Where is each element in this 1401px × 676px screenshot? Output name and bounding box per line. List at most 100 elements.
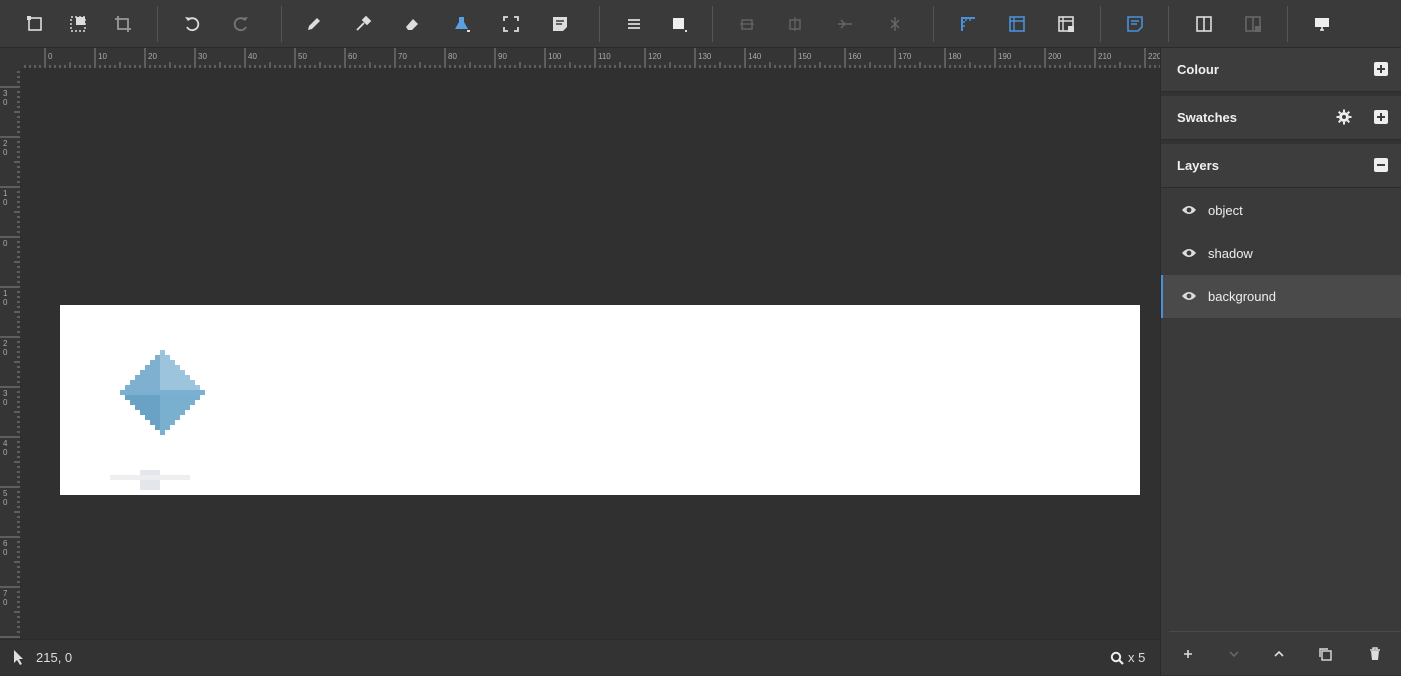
- pencil-button[interactable]: [298, 8, 330, 40]
- eye-icon[interactable]: [1181, 290, 1197, 302]
- rotate-icon: [838, 19, 852, 29]
- select-area-button[interactable]: [62, 8, 94, 40]
- shadow-pixel: [140, 485, 160, 490]
- ruler-tick-label: 160: [848, 52, 862, 61]
- chevron-down-icon: [1229, 651, 1239, 658]
- cursor-icon: [14, 650, 23, 665]
- ruler-tick-label: 0: [48, 52, 53, 61]
- object-pixel: [170, 375, 175, 380]
- object-pixel: [160, 375, 165, 380]
- object-pixel: [175, 390, 180, 395]
- colour-header[interactable]: Colour: [1161, 48, 1401, 92]
- canvas-viewport[interactable]: [20, 68, 1160, 639]
- gear-icon[interactable]: [1336, 109, 1352, 125]
- grid-button[interactable]: [1001, 8, 1033, 40]
- move-layer-up-button[interactable]: [1267, 642, 1291, 666]
- split-view-icon: [1196, 16, 1212, 32]
- eye-icon[interactable]: [1181, 204, 1197, 216]
- eraser-button[interactable]: [396, 8, 428, 40]
- object-pixel: [175, 395, 180, 400]
- ruler-tick-label: 220: [1148, 52, 1160, 61]
- object-pixel: [145, 410, 150, 415]
- object-pixel: [175, 385, 180, 390]
- object-pixel: [145, 395, 150, 400]
- fill-bucket-button[interactable]: [446, 8, 478, 40]
- split-lock-button[interactable]: [1237, 8, 1269, 40]
- monitor-button[interactable]: [1306, 8, 1338, 40]
- ruler-tick-label: 0: [3, 298, 8, 307]
- object-pixel: [170, 400, 175, 405]
- layer-item-background[interactable]: background: [1161, 275, 1401, 318]
- eyedropper-button[interactable]: [347, 8, 379, 40]
- object-pixel: [185, 375, 190, 380]
- move-layer-down-button[interactable]: [1222, 642, 1246, 666]
- object-pixel: [170, 360, 175, 365]
- duplicate-layer-button[interactable]: [1313, 642, 1337, 666]
- plus-icon: [1184, 650, 1192, 658]
- rotate-button[interactable]: [829, 8, 861, 40]
- ruler-tick-label: 50: [298, 52, 307, 61]
- layer-item-object[interactable]: object: [1161, 189, 1401, 232]
- collapse-icon[interactable]: [1373, 157, 1389, 173]
- shadow-pixel: [140, 480, 160, 485]
- brush-size-button[interactable]: [663, 8, 695, 40]
- object-pixel: [170, 405, 175, 410]
- add-layer-button[interactable]: [1176, 642, 1200, 666]
- lock-grid-button[interactable]: [1050, 8, 1082, 40]
- object-pixel: [160, 415, 165, 420]
- shadow-pixel: [110, 475, 190, 480]
- notes-button[interactable]: [544, 8, 576, 40]
- object-pixel: [180, 380, 185, 385]
- add-swatch-icon[interactable]: [1373, 109, 1389, 125]
- ruler-tick-label: 0: [3, 448, 8, 457]
- split-view-button[interactable]: [1188, 8, 1220, 40]
- object-pixel: [180, 375, 185, 380]
- ruler-tick-label: 200: [1048, 52, 1062, 61]
- annotation-button[interactable]: [1119, 8, 1151, 40]
- redo-button[interactable]: [225, 8, 257, 40]
- trash-icon: [1370, 647, 1380, 660]
- resize-canvas-button[interactable]: [19, 8, 51, 40]
- object-pixel: [180, 410, 185, 415]
- add-colour-icon[interactable]: [1373, 61, 1389, 77]
- zoom-icon[interactable]: [1110, 651, 1124, 665]
- object-pixel: [175, 405, 180, 410]
- split-lock-icon: [1245, 16, 1261, 32]
- ruler-tick-label: 180: [948, 52, 962, 61]
- delete-layer-button[interactable]: [1363, 642, 1387, 666]
- undo-button[interactable]: [176, 8, 208, 40]
- object-pixel: [180, 405, 185, 410]
- mirror-icon: [890, 17, 900, 31]
- eye-icon[interactable]: [1181, 247, 1197, 259]
- pencil-icon: [308, 18, 320, 30]
- swatches-header[interactable]: Swatches: [1161, 96, 1401, 140]
- object-pixel: [145, 405, 150, 410]
- ruler-tick-label: 2: [3, 339, 8, 348]
- menu-button[interactable]: [618, 8, 650, 40]
- object-pixel: [160, 430, 165, 435]
- object-pixel: [150, 390, 155, 395]
- crop-button[interactable]: [107, 8, 139, 40]
- ruler-tick-label: 0: [3, 98, 8, 107]
- object-pixel: [130, 395, 135, 400]
- layers-header[interactable]: Layers: [1161, 144, 1401, 188]
- flip-vertical-icon: [789, 17, 801, 31]
- ruler-tick-label: 210: [1098, 52, 1112, 61]
- object-pixel: [175, 410, 180, 415]
- flip-horizontal-button[interactable]: [731, 8, 763, 40]
- object-pixel: [165, 375, 170, 380]
- object-pixel: [160, 380, 165, 385]
- object-pixel: [125, 390, 130, 395]
- ruler-tick-label: 0: [3, 198, 8, 207]
- mirror-button[interactable]: [879, 8, 911, 40]
- ruler-guide-button[interactable]: [952, 8, 984, 40]
- flip-vertical-button[interactable]: [779, 8, 811, 40]
- drawing-canvas[interactable]: [60, 305, 1140, 495]
- fullscreen-button[interactable]: [495, 8, 527, 40]
- ruler-tick-label: 0: [3, 598, 8, 607]
- object-pixel: [160, 365, 165, 370]
- object-pixel: [140, 410, 145, 415]
- layer-item-shadow[interactable]: shadow: [1161, 232, 1401, 275]
- object-pixel: [190, 380, 195, 385]
- notes-icon: [553, 17, 567, 31]
